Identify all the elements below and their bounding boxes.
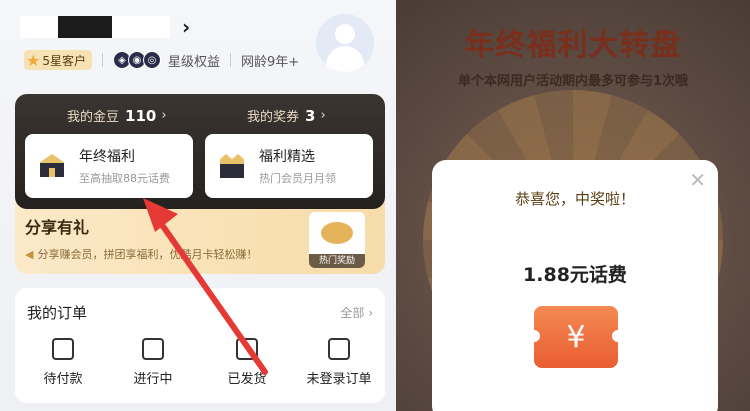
gift-shop-icon [35, 151, 69, 181]
yen-ticket-icon: ¥ [528, 306, 624, 368]
lottery-title: 年终福利大转盘 [464, 28, 682, 63]
coupons-stat[interactable]: 我的奖券 3 › [247, 106, 326, 126]
prize-dialog: ✕ 恭喜您，中奖啦！ 1.88元话费 ¥ [432, 160, 718, 411]
username-row[interactable]: › [20, 14, 190, 40]
welfare-selection-tile[interactable]: 福利精选 热门会员月月领 [205, 134, 373, 198]
truck-icon [236, 338, 258, 360]
hot-reward-label: 热门奖励 [309, 254, 365, 268]
account-panel: › ★ 5星客户 ◈ ◉ ◎ 星级权益 网龄9年+ 分享有礼 ◀ 分享赚会员，拼… [0, 0, 396, 411]
share-title: 分享有礼 [25, 218, 90, 237]
crown-box-icon [215, 151, 249, 181]
star-level-badge[interactable]: ★ 5星客户 [24, 50, 92, 70]
year-end-welfare-tile[interactable]: 年终福利 至高抽取88元话费 [25, 134, 193, 198]
orders-section: 我的订单 全部 › 待付款 进行中 已发货 未登录订单 [15, 288, 385, 403]
share-subtitle: ◀ 分享赚会员，拼团享福利，优酷月卡轻松赚！ [25, 247, 258, 262]
processing-icon [142, 338, 164, 360]
star-rights-link[interactable]: 星级权益 [168, 51, 220, 70]
chevron-right-icon: › [182, 15, 191, 39]
orders-title: 我的订单 [27, 304, 88, 322]
assets-card: 我的金豆 110 › 我的奖券 3 › 年终福利 至高抽取88元话费 福利精选 … [15, 94, 385, 209]
chevron-right-icon: › [320, 108, 326, 123]
order-unlogged[interactable]: 未登录订单 [299, 338, 379, 387]
avatar[interactable] [316, 14, 374, 72]
lottery-panel: 年终福利大转盘 单个本网用户活动期内最多可参与1次哦 ✕ 恭喜您，中奖啦！ 1.… [396, 0, 750, 411]
beans-stat[interactable]: 我的金豆 110 › [67, 106, 167, 126]
username-redacted [20, 16, 170, 38]
divider [101, 53, 103, 67]
star-icon: ★ [26, 50, 41, 70]
prize-text: 1.88元话费 [523, 264, 627, 286]
network-age: 网龄9年+ [241, 54, 300, 70]
chevron-right-icon: › [161, 108, 167, 123]
order-shipped[interactable]: 已发货 [207, 338, 287, 387]
wallet-icon [52, 338, 74, 360]
reward-image [321, 222, 353, 244]
order-pending-payment[interactable]: 待付款 [23, 338, 103, 387]
order-in-progress[interactable]: 进行中 [113, 338, 193, 387]
congrats-text: 恭喜您，中奖啦！ [514, 190, 635, 208]
divider [230, 53, 231, 67]
megaphone-icon: ◀ [25, 247, 34, 261]
profile-badges: ★ 5星客户 ◈ ◉ ◎ 星级权益 网龄9年+ [24, 48, 299, 72]
document-icon [328, 338, 350, 360]
hot-reward-thumb[interactable]: 热门奖励 [309, 212, 365, 268]
rights-icon: ◎ [142, 51, 161, 69]
lottery-subtitle: 单个本网用户活动期内最多可参与1次哦 [457, 74, 689, 89]
rights-icons: ◈ ◉ ◎ [112, 51, 161, 69]
share-banner[interactable]: 分享有礼 ◀ 分享赚会员，拼团享福利，优酷月卡轻松赚！ 热门奖励 [15, 200, 385, 274]
orders-all-link[interactable]: 全部 › [340, 304, 373, 321]
